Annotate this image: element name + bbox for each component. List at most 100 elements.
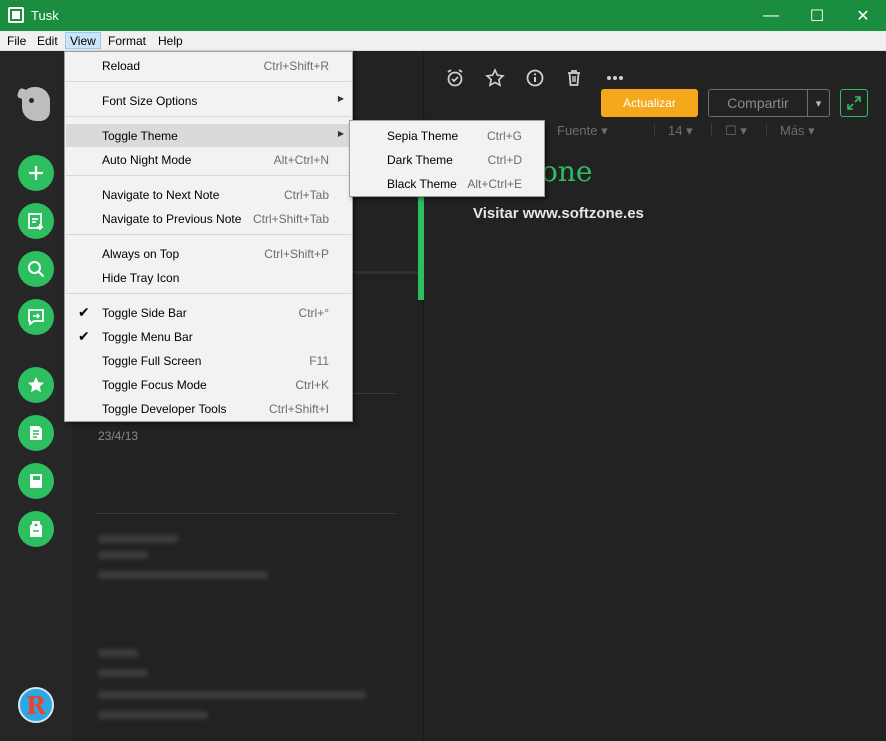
search-button[interactable] bbox=[18, 251, 54, 287]
notebook-icon bbox=[30, 474, 42, 488]
checkmark-icon: ✔ bbox=[78, 304, 90, 320]
menu-item-next-note[interactable]: Navigate to Next Note Ctrl+Tab bbox=[66, 183, 351, 206]
new-note-icon bbox=[28, 213, 43, 230]
menu-item-label: Reload bbox=[102, 59, 141, 73]
checkmark-icon: ✔ bbox=[78, 328, 90, 344]
menu-item-sepia-theme[interactable]: Sepia Theme Ctrl+G bbox=[351, 124, 543, 147]
note-body[interactable]: Visitar www.softzone.es bbox=[473, 205, 644, 222]
menu-item-label: Auto Night Mode bbox=[102, 153, 192, 167]
tags-button[interactable] bbox=[18, 511, 54, 547]
menu-item-shortcut: Ctrl+Shift+P bbox=[264, 247, 329, 261]
work-chat-button[interactable] bbox=[18, 299, 54, 335]
notes-icon bbox=[30, 426, 42, 440]
menu-separator bbox=[66, 81, 351, 82]
menu-item-label: Navigate to Previous Note bbox=[102, 212, 242, 226]
reminder-button[interactable] bbox=[444, 67, 466, 89]
menu-item-previous-note[interactable]: Navigate to Previous Note Ctrl+Shift+Tab bbox=[66, 207, 351, 230]
format-separator bbox=[711, 123, 712, 137]
menu-edit[interactable]: Edit bbox=[33, 33, 62, 50]
menu-format[interactable]: Format bbox=[104, 33, 150, 50]
trash-icon bbox=[568, 70, 580, 86]
menu-bar: File Edit View Format Help bbox=[0, 31, 886, 51]
menu-help[interactable]: Help bbox=[154, 33, 187, 50]
blurred-note-snippet bbox=[98, 691, 366, 699]
menu-item-label: Toggle Theme bbox=[102, 129, 178, 143]
font-select[interactable]: Fuente ▾ bbox=[557, 123, 608, 139]
plus-icon bbox=[29, 166, 43, 180]
menu-item-toggle-developer-tools[interactable]: Toggle Developer Tools Ctrl+Shift+I bbox=[66, 397, 351, 420]
submenu-arrow-icon: ▶ bbox=[337, 129, 344, 138]
view-menu-dropdown: Reload Ctrl+Shift+R Font Size Options ▶ … bbox=[64, 51, 353, 422]
menu-item-shortcut: Ctrl+Shift+R bbox=[263, 59, 329, 73]
delete-button[interactable] bbox=[563, 67, 585, 89]
menu-item-label: Navigate to Next Note bbox=[102, 188, 220, 202]
maximize-button[interactable]: ☐ bbox=[794, 0, 840, 31]
menu-item-label: Dark Theme bbox=[387, 153, 453, 167]
menu-view[interactable]: View bbox=[65, 32, 101, 49]
menu-item-toggle-theme[interactable]: Toggle Theme ▶ bbox=[66, 124, 351, 147]
menu-file[interactable]: File bbox=[3, 33, 30, 50]
shortcut-star-button[interactable] bbox=[484, 67, 506, 89]
menu-item-toggle-full-screen[interactable]: Toggle Full Screen F11 bbox=[66, 349, 351, 372]
update-button[interactable]: Actualizar bbox=[601, 89, 698, 117]
note-title[interactable]: one bbox=[541, 155, 592, 188]
star-icon bbox=[485, 68, 505, 87]
blurred-note-date bbox=[98, 551, 148, 559]
menu-item-label: Always on Top bbox=[102, 247, 180, 261]
menu-item-toggle-side-bar[interactable]: ✔ Toggle Side Bar Ctrl+° bbox=[66, 301, 351, 324]
minimize-button[interactable]: — bbox=[748, 0, 794, 31]
menu-item-label: Toggle Menu Bar bbox=[102, 330, 193, 344]
menu-item-label: Font Size Options bbox=[102, 94, 198, 108]
evernote-elephant-icon[interactable] bbox=[22, 87, 50, 121]
new-notebook-button[interactable] bbox=[18, 203, 54, 239]
menu-item-black-theme[interactable]: Black Theme Alt+Ctrl+E bbox=[351, 172, 543, 195]
menu-item-label: Toggle Full Screen bbox=[102, 354, 202, 368]
menu-item-label: Toggle Focus Mode bbox=[102, 378, 207, 392]
user-avatar[interactable]: R bbox=[18, 687, 54, 723]
shortcuts-button[interactable] bbox=[18, 367, 54, 403]
blurred-note-title[interactable] bbox=[98, 535, 178, 543]
menu-item-shortcut: Alt+Ctrl+N bbox=[273, 153, 329, 167]
menu-item-label: Toggle Side Bar bbox=[102, 306, 187, 320]
new-note-button[interactable] bbox=[18, 155, 54, 191]
menu-item-shortcut: Ctrl+Shift+I bbox=[268, 402, 329, 416]
blurred-note-date bbox=[98, 669, 148, 677]
more-button[interactable] bbox=[604, 67, 626, 89]
menu-item-always-on-top[interactable]: Always on Top Ctrl+Shift+P bbox=[66, 242, 351, 265]
menu-item-shortcut: Ctrl+Shift+Tab bbox=[252, 212, 329, 226]
note-date: 23/4/13 bbox=[98, 429, 139, 443]
menu-item-reload[interactable]: Reload Ctrl+Shift+R bbox=[66, 54, 351, 77]
more-format-select[interactable]: Más ▾ bbox=[780, 123, 815, 139]
blurred-note-title[interactable] bbox=[98, 649, 138, 657]
menu-item-label: Black Theme bbox=[387, 177, 457, 191]
menu-item-shortcut: F11 bbox=[309, 354, 329, 368]
notes-button[interactable] bbox=[18, 415, 54, 451]
menu-item-label: Sepia Theme bbox=[387, 129, 459, 143]
font-color-select[interactable]: ☐ ▾ bbox=[725, 123, 747, 139]
notebooks-button[interactable] bbox=[18, 463, 54, 499]
menu-item-font-size-options[interactable]: Font Size Options ▶ bbox=[66, 89, 351, 112]
menu-item-toggle-menu-bar[interactable]: ✔ Toggle Menu Bar bbox=[66, 325, 351, 348]
menu-separator bbox=[66, 116, 351, 117]
menu-item-toggle-focus-mode[interactable]: Toggle Focus Mode Ctrl+K bbox=[66, 373, 351, 396]
more-icon bbox=[607, 76, 623, 80]
menu-item-dark-theme[interactable]: Dark Theme Ctrl+D bbox=[351, 148, 543, 171]
app-icon bbox=[8, 7, 24, 23]
share-button[interactable]: Compartir bbox=[708, 89, 808, 117]
close-button[interactable]: ✕ bbox=[840, 0, 886, 31]
menu-item-hide-tray-icon[interactable]: Hide Tray Icon bbox=[66, 266, 351, 289]
menu-item-shortcut: Ctrl+D bbox=[487, 153, 522, 167]
format-separator bbox=[654, 123, 655, 137]
expand-button[interactable] bbox=[840, 89, 868, 117]
menu-item-shortcut: Ctrl+G bbox=[486, 129, 522, 143]
theme-submenu: Sepia Theme Ctrl+G Dark Theme Ctrl+D Bla… bbox=[349, 120, 545, 197]
work-chat-icon bbox=[28, 309, 44, 326]
font-size-select[interactable]: 14 ▾ bbox=[668, 123, 693, 139]
menu-separator bbox=[66, 234, 351, 235]
menu-item-shortcut: Alt+Ctrl+E bbox=[467, 177, 522, 191]
share-dropdown-button[interactable]: ▾ bbox=[808, 89, 830, 117]
menu-item-auto-night-mode[interactable]: Auto Night Mode Alt+Ctrl+N bbox=[66, 148, 351, 171]
menu-item-shortcut: Ctrl+Tab bbox=[283, 188, 329, 202]
info-button[interactable] bbox=[524, 67, 546, 89]
menu-item-label: Toggle Developer Tools bbox=[102, 402, 227, 416]
